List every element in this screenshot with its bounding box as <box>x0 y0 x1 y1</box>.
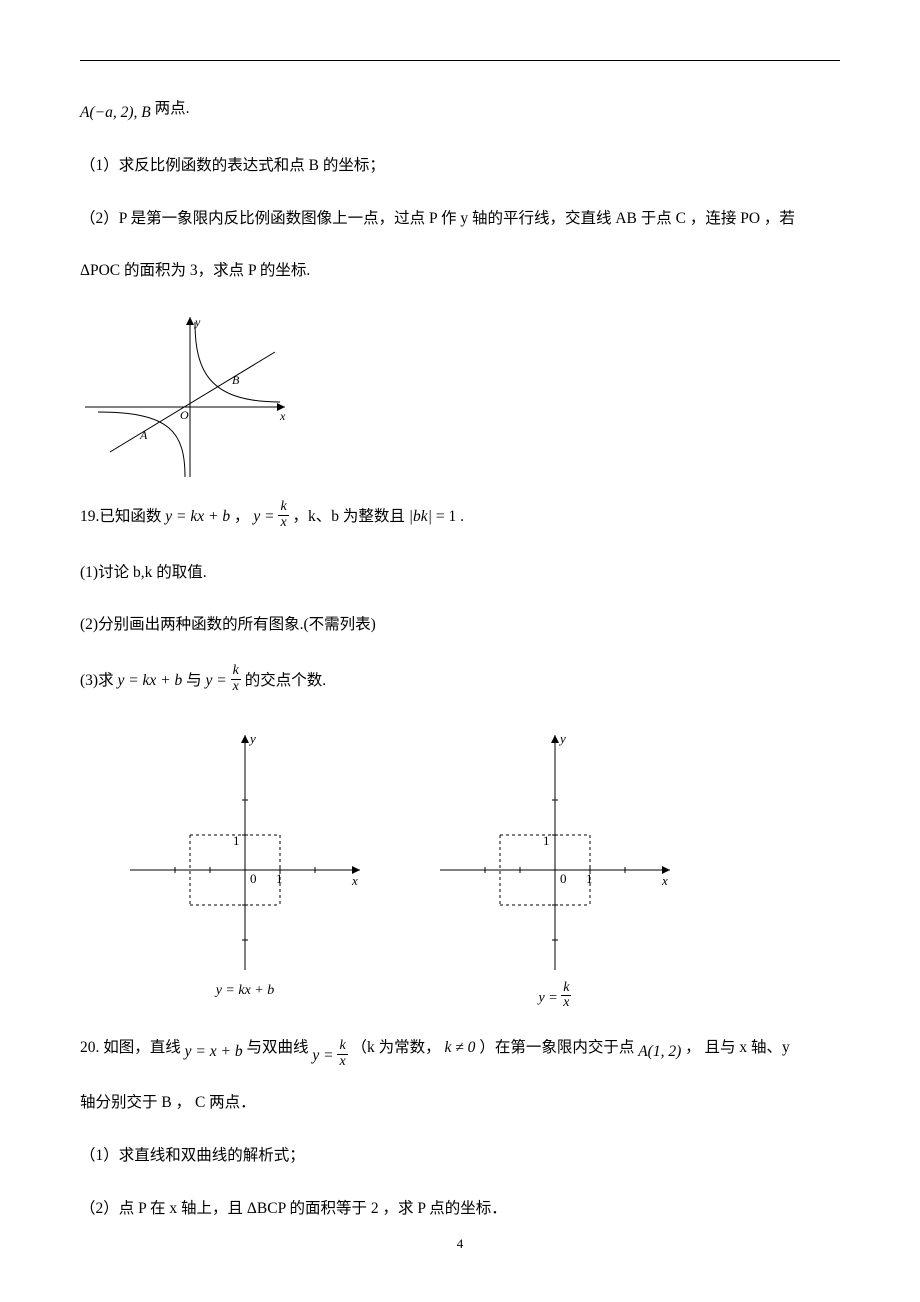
q20-l1-b: 与双曲线 <box>246 1039 312 1056</box>
figure-1: y x O A B <box>80 312 840 482</box>
q19-p3-mid: 与 <box>186 672 205 689</box>
axis-x-label: x <box>279 409 286 423</box>
figure-1-svg: y x O A B <box>80 312 300 482</box>
q20-l1-e: ， 且与 x 轴、y <box>685 1039 790 1056</box>
q20-line2: 轴分别交于 B ， C 两点． <box>80 1091 840 1116</box>
point-A-label: A <box>139 428 148 442</box>
q-part2-a: （2）P 是第一象限内反比例函数图像上一点，过点 P 作 y 轴的平行线，交直线… <box>80 207 840 232</box>
q19-p3-eq2-lhs: y = <box>206 672 227 689</box>
q20-l1-c: （k 为常数， <box>352 1039 445 1056</box>
grid-left-y: y <box>248 731 256 746</box>
grid-right-O: 0 <box>560 871 567 886</box>
q19-period: . <box>460 508 464 525</box>
grid-right: y x 0 1 1 <box>430 725 680 975</box>
grid-left: y x 0 1 1 <box>120 725 370 975</box>
q-part1: （1）求反比例函数的表达式和点 B 的坐标； <box>80 154 840 179</box>
q19-p2: (2)分别画出两种函数的所有图象.(不需列表) <box>80 613 840 638</box>
origin-label: O <box>180 408 189 422</box>
q19-sep1: ， <box>234 508 253 525</box>
q20-pointA: A(1, 2) <box>638 1043 681 1060</box>
q20-p2: （2）点 P 在 x 轴上，且 ΔBCP 的面积等于 2 ，求 P 点的坐标． <box>80 1197 840 1222</box>
points-AB: A(−a, 2), B <box>80 104 151 121</box>
q20-eq2-lhs: y = <box>312 1047 333 1064</box>
q19-stem-a: 19.已知函数 <box>80 508 165 525</box>
q19-p3-eq1: y = kx + b <box>117 672 182 689</box>
grid-left-1x: 1 <box>276 871 283 886</box>
q19-eq2-lhs: y = <box>253 508 274 525</box>
q19-sep2: ，k、b 为整数且 <box>293 508 405 525</box>
q20-eq2-frac: kx <box>337 1039 347 1069</box>
grid-right-caption-lhs: y = <box>539 990 558 1005</box>
grid-left-1y: 1 <box>233 833 240 848</box>
q19-stem: 19.已知函数 y = kx + b ， y = kx ，k、b 为整数且 |b… <box>80 502 840 532</box>
q19-p3: (3)求 y = kx + b 与 y = kx 的交点个数. <box>80 666 840 696</box>
q19-p1: (1)讨论 b,k 的取值. <box>80 561 840 586</box>
point-B-label: B <box>232 373 240 387</box>
top-rule <box>80 60 840 61</box>
q19-p3-frac: kx <box>231 664 241 694</box>
grid-right-caption: y = kx <box>539 983 572 1013</box>
q-part2-b: ΔPOC 的面积为 3，求点 P 的坐标. <box>80 259 840 284</box>
grid-right-y: y <box>558 731 566 746</box>
q20-p1: （1）求直线和双曲线的解析式； <box>80 1144 840 1169</box>
grid-right-1y: 1 <box>543 833 550 848</box>
q19-eq1: y = kx + b <box>165 508 230 525</box>
grid-right-x: x <box>661 873 668 888</box>
q19-p3-b: 的交点个数. <box>245 672 326 689</box>
q20-l1-d: ）在第一象限内交于点 <box>479 1039 638 1056</box>
page: A(−a, 2), B 两点. （1）求反比例函数的表达式和点 B 的坐标； （… <box>0 0 920 1302</box>
grid-left-col: y x 0 1 1 y = kx + b <box>120 725 370 1013</box>
intro-line: A(−a, 2), B 两点. <box>80 101 840 126</box>
grid-right-1x: 1 <box>586 871 593 886</box>
q20-eq1: y = x + b <box>185 1043 243 1060</box>
q19-abs: |bk| <box>409 508 432 525</box>
grid-left-caption: y = kx + b <box>216 983 275 999</box>
grid-figures: y x 0 1 1 y = kx + b <box>120 725 840 1013</box>
q19-eq2-frac: kx <box>278 500 288 530</box>
intro-suffix: 两点. <box>155 100 190 117</box>
q20-neq: k ≠ 0 <box>445 1039 476 1056</box>
grid-left-x: x <box>351 873 358 888</box>
page-number: 4 <box>0 1236 920 1252</box>
grid-left-O: 0 <box>250 871 257 886</box>
q19-p3-a: (3)求 <box>80 672 117 689</box>
q20-l1-a: 20. 如图，直线 <box>80 1039 185 1056</box>
q-part2-b-text: ΔPOC 的面积为 3，求点 P 的坐标. <box>80 262 310 279</box>
q19-eq3: = 1 <box>436 508 456 525</box>
q20-line1: 20. 如图，直线 y = x + b 与双曲线 y = kx （k 为常数， … <box>80 1033 840 1063</box>
axis-y-label: y <box>194 315 201 329</box>
grid-right-col: y x 0 1 1 y = kx <box>430 725 680 1013</box>
grid-right-caption-frac: kx <box>561 981 571 1011</box>
